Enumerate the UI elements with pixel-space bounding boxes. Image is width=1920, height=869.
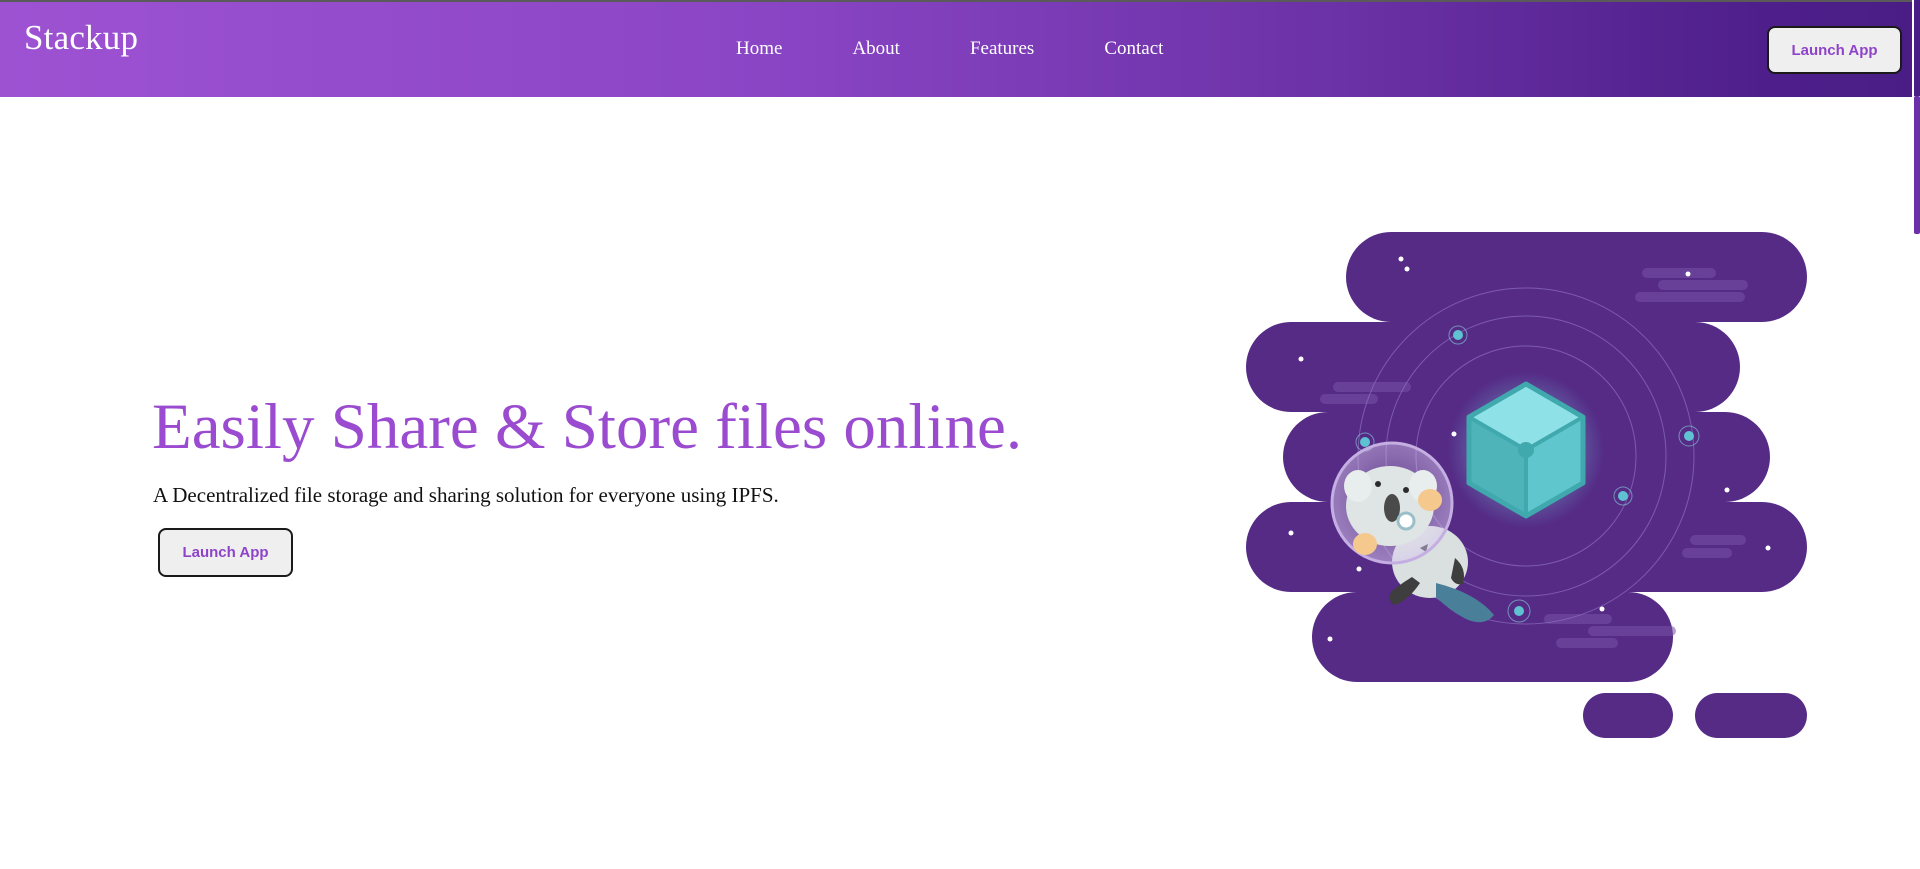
nav-features-link[interactable]: Features (970, 38, 1034, 60)
cube-icon (1448, 372, 1604, 528)
space-illustration (1246, 232, 1807, 738)
scrollbar-thumb[interactable] (1914, 96, 1920, 234)
scrollbar-top (1914, 0, 1920, 96)
header-launch-app-button[interactable]: Launch App (1767, 26, 1902, 74)
main-nav: Home About Features Contact (736, 38, 1233, 60)
hero-title: Easily Share & Store files online. (152, 391, 1023, 463)
top-navbar: Stackup Home About Features Contact Laun… (0, 0, 1920, 97)
nav-about-link[interactable]: About (852, 38, 900, 60)
hero-launch-app-button[interactable]: Launch App (158, 528, 293, 577)
nav-contact-link[interactable]: Contact (1104, 38, 1163, 60)
landing-page: Stackup Home About Features Contact Laun… (0, 0, 1920, 869)
nav-home-link[interactable]: Home (736, 38, 782, 60)
hero-subtitle: A Decentralized file storage and sharing… (153, 483, 779, 507)
brand-logo[interactable]: Stackup (24, 18, 138, 58)
